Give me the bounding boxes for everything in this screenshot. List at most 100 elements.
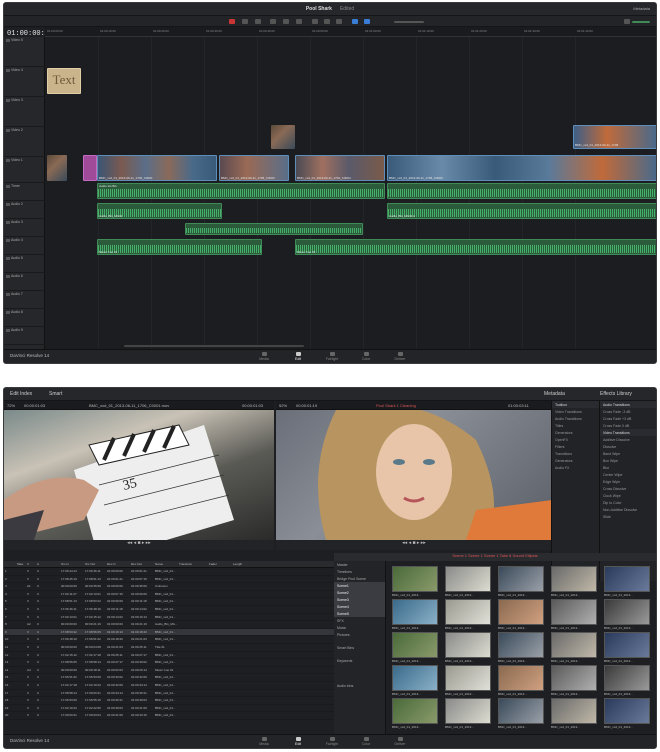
audio5-clip[interactable]: Music Cue 03: [295, 239, 656, 255]
table-row[interactable]: 20 V C 17:09:00:21 17:09:03:04 01:00:41:09 01:…: [4, 712, 334, 720]
effects-library-item[interactable]: Cross Fade -3 dB: [600, 408, 656, 415]
clip-thumbnail[interactable]: BMC_xxd_01_2013...: [604, 566, 650, 600]
clip-thumbnail[interactable]: BMC_xxd_01_2013...: [604, 599, 650, 633]
track-lock-icon[interactable]: [6, 202, 10, 206]
audio1-clip-right[interactable]: [387, 183, 656, 199]
title-clip[interactable]: Text: [47, 68, 81, 94]
clip-thumbnail[interactable]: BMC_xxd_01_2013...: [392, 599, 438, 633]
track-header[interactable]: Video 2: [4, 127, 45, 157]
video1-clip-d[interactable]: BMC_xxd_01_2013-06-11_1708_C0003: [387, 155, 656, 181]
linked-selection-icon[interactable]: [324, 19, 330, 24]
column-header[interactable]: Src Out: [84, 561, 106, 567]
audio3-clip[interactable]: [185, 223, 363, 235]
track-lock-icon[interactable]: [6, 274, 10, 278]
track-lock-icon[interactable]: [6, 238, 10, 242]
table-row[interactable]: 16 V C 17:02:17:18 17:02:19:23 01:00:32:09 01:…: [4, 682, 334, 690]
clip-thumbnail[interactable]: BMC_xxd_01_2013...: [551, 632, 597, 666]
effects-library-item[interactable]: Box Wipe: [600, 457, 656, 464]
track-header[interactable]: Audio 5: [4, 255, 45, 273]
effects-library-item[interactable]: OpenFX: [552, 436, 599, 443]
column-header[interactable]: Rec Out: [130, 561, 154, 567]
clip-thumbnail[interactable]: BMC_xxd_01_2013...: [392, 566, 438, 600]
column-header[interactable]: [4, 561, 16, 567]
insert-clip-icon[interactable]: [270, 19, 276, 24]
table-row[interactable]: 5 V C 17:08:51:13 17:08:53:22 01:00:09:09 01:0…: [4, 598, 334, 606]
audio2-clip-right[interactable]: Audio_BG_Mix02 A: [387, 203, 656, 219]
source-transport[interactable]: ◂◂ ◂ ■ ▸ ▸▸: [4, 540, 274, 550]
track-header[interactable]: Audio 6: [4, 273, 45, 291]
table-row[interactable]: 4 V C 17:02:11:07 17:02:13:01 01:00:07:15 01:0…: [4, 591, 334, 599]
track-lock-icon[interactable]: [6, 256, 10, 260]
effects-library-item[interactable]: Filters: [552, 443, 599, 450]
bin-item[interactable]: Bridge Pool Scene: [334, 575, 385, 582]
track-lock-icon[interactable]: [6, 292, 10, 296]
clip-thumbnail[interactable]: BMC_xxd_01_2013...: [445, 599, 491, 633]
column-header[interactable]: Rec In: [106, 561, 130, 567]
table-row[interactable]: 6 V C 17:06:46:11 17:06:48:19 01:00:11:18 01:0…: [4, 606, 334, 614]
media-pool-thumbnails[interactable]: BMC_xxd_01_2013... BMC_xxd_01_2013... BMC_…: [386, 566, 656, 736]
effects-library-item[interactable]: Cross Dissolve: [600, 485, 656, 492]
track-lock-icon[interactable]: [6, 220, 10, 224]
column-header[interactable]: Fader: [208, 561, 232, 567]
track-header[interactable]: Video 4: [4, 67, 45, 97]
video2-clip-right[interactable]: BMC_xxd_01_2013-06-11_1708: [573, 125, 656, 149]
timeline-ruler[interactable]: 01:00:00:00 01:00:10:00 01:00:20:00 01:00:3…: [45, 27, 656, 37]
clip-thumbnail[interactable]: BMC_xxd_01_2013...: [392, 665, 438, 699]
table-row[interactable]: 9 V C 17:08:53:22 17:08:56:05 01:00:16:13 01:0…: [4, 628, 334, 637]
bin-item[interactable]: Timelines: [334, 568, 385, 575]
table-row[interactable]: 19 V C 17:02:19:23 17:02:22:05 01:00:39:03 01:…: [4, 705, 334, 713]
clip-thumbnail[interactable]: BMC_xxd_01_2013...: [445, 566, 491, 600]
metadata-button[interactable]: Metadata: [633, 6, 650, 11]
marker-icon[interactable]: [364, 19, 370, 24]
table-row[interactable]: 8 A2 C 00:00:00:00 00:00:21:19 01:00:00:00 01:…: [4, 621, 334, 629]
master-volume-slider[interactable]: [632, 21, 650, 23]
flag-icon[interactable]: [352, 19, 358, 24]
table-row[interactable]: 11 V C 00:00:00:00 00:00:04:08 01:00:21:03 01:…: [4, 644, 334, 652]
effects-library-item[interactable]: Audio Transitions: [600, 401, 656, 408]
timeline-tracks[interactable]: Text BMC_xxd_01_2013-06-11_1708 BMC_xxd_…: [45, 37, 656, 349]
effects-library-item[interactable]: Titles: [552, 422, 599, 429]
position-lock-icon[interactable]: [336, 19, 342, 24]
clip-thumbnail[interactable]: BMC_xxd_01_2013...: [445, 665, 491, 699]
metadata-button[interactable]: Metadata: [544, 391, 565, 397]
effects-library-item[interactable]: Audio Transitions: [552, 415, 599, 422]
track-lock-icon[interactable]: [6, 158, 10, 162]
clip-thumbnail[interactable]: BMC_xxd_01_2013...: [392, 632, 438, 666]
bin-item[interactable]: Pictures: [334, 631, 385, 638]
track-lock-icon[interactable]: [6, 98, 10, 102]
effects-library-item[interactable]: Generators: [552, 429, 599, 436]
source-viewer[interactable]: 35: [4, 410, 274, 540]
track-header[interactable]: Audio 9: [4, 327, 45, 345]
clip-thumbnail[interactable]: BMC_xxd_01_2013...: [392, 698, 438, 732]
effects-library-item[interactable]: Cross Fade +3 dB: [600, 415, 656, 422]
bin-item[interactable]: Scene1: [334, 582, 385, 589]
track-lock-icon[interactable]: [6, 68, 10, 72]
tab-media[interactable]: Media: [254, 352, 274, 361]
record-viewer[interactable]: [276, 410, 552, 540]
table-row[interactable]: 12 V C 17:02:15:12 17:02:17:18 01:00:25:11 01:…: [4, 652, 334, 660]
effects-library-item[interactable]: Dip to Color: [600, 499, 656, 506]
clip-thumbnail[interactable]: BMC_xxd_01_2013...: [551, 665, 597, 699]
track-header[interactable]: Video 3: [4, 97, 45, 127]
track-header[interactable]: Audio 2: [4, 201, 45, 219]
table-row[interactable]: 13 V C 17:08:56:05 17:08:58:14 01:00:27:17 01:…: [4, 659, 334, 667]
clip-thumbnail[interactable]: BMC_xxd_01_2013...: [445, 698, 491, 732]
selection-tool-icon[interactable]: [229, 19, 235, 24]
track-lock-icon[interactable]: [6, 310, 10, 314]
bin-item[interactable]: Scene4: [334, 603, 385, 610]
track-header[interactable]: Audio 8: [4, 309, 45, 327]
bin-item[interactable]: Scene5: [334, 610, 385, 617]
snapping-icon[interactable]: [312, 19, 318, 24]
audio1-clip[interactable]: Audio 1st BG: [97, 183, 385, 199]
column-header[interactable]: Name: [154, 561, 178, 567]
effects-library-button[interactable]: Effects Library: [600, 391, 632, 397]
clip-thumbnail[interactable]: BMC_xxd_01_2013...: [604, 632, 650, 666]
column-header[interactable]: A: [36, 561, 60, 567]
table-row[interactable]: 1 V C 17:06:44:13 17:06:46:11 01:00:00:00 01:0…: [4, 568, 334, 576]
effects-library-item[interactable]: Non-Additive Dissolve: [600, 506, 656, 513]
audio-meter-icon[interactable]: [624, 19, 630, 24]
edit-index-button[interactable]: Edit Index: [10, 391, 32, 397]
bin-item[interactable]: Music: [334, 624, 385, 631]
table-row[interactable]: 10 V C 17:06:48:19 17:06:51:02 01:00:18:20 01:…: [4, 636, 334, 644]
video1-clip-a[interactable]: BMC_xxd_01_2013-06-11_1706_C0001: [97, 155, 217, 181]
